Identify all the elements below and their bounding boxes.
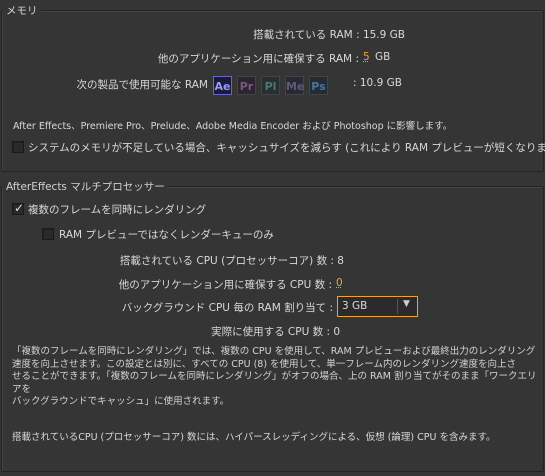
shared-apps-note: After Effects、Premiere Pro、Prelude、Adobe… [13, 121, 453, 132]
app-icon-ps: Ps [309, 76, 328, 95]
memory-legend: メモリ [3, 3, 41, 18]
available-ram-label: 次の製品で使用可能な RAM [76, 79, 208, 91]
reserved-cpu-label: 他のアプリケーション用に確保する CPU 数 : [118, 279, 332, 291]
ram-allocation-label: バックグラウンド CPU 毎の RAM 割り当て : [121, 302, 333, 314]
installed-cpu-text: 搭載されている CPU (プロセッサーコア) 数 : 8 [119, 255, 344, 267]
available-ram-value: : 10.9 GB [353, 77, 402, 89]
hyperthreading-note: 搭載されているCPU (プロセッサーコア) 数には、ハイパースレッディングによる… [12, 432, 496, 443]
render-multiple-frames-checkbox[interactable]: ✓ [12, 201, 25, 215]
multiprocessing-legend: AfterEffects マルチプロセッサー [3, 179, 168, 194]
reserved-cpu-value[interactable]: 0 [336, 277, 343, 289]
description-paragraph: 「複数のフレームを同時にレンダリング」では、複数の CPU を使用して、RAM … [12, 346, 537, 409]
description-line: 速度を向上させます。この設定とは別に、すべての CPU (8) を使用して、単一… [12, 358, 517, 370]
reserved-ram-label: 他のアプリケーション用に確保する RAM : [157, 53, 359, 65]
app-icon-pl: Pl [261, 76, 280, 95]
render-multiple-frames-label: 複数のフレームを同時にレンダリング [28, 204, 207, 216]
dropdown-separator [397, 299, 398, 314]
description-line: 「複数のフレームを同時にレンダリング」では、複数の CPU を使用して、RAM … [12, 346, 536, 357]
checkmark-icon: ✓ [14, 201, 25, 215]
ram-allocation-dropdown[interactable]: 3 GB ▼ [337, 296, 418, 317]
render-queue-only-checkbox[interactable] [42, 228, 54, 240]
ram-allocation-value: 3 GB [342, 300, 368, 312]
render-queue-only-label: RAM プレビューではなくレンダーキューのみ [59, 229, 274, 241]
app-icon-pr: Pr [237, 76, 256, 95]
app-icon-me: Me [285, 76, 304, 95]
chevron-down-icon: ▼ [403, 299, 410, 309]
description-line: バックグラウンドでキャッシュ」に使用されます。 [12, 396, 230, 407]
actual-cpu-text: 実際に使用する CPU 数 : 0 [211, 326, 340, 338]
reduce-cache-checkbox[interactable] [12, 141, 24, 153]
installed-ram-text: 搭載されている RAM : 15.9 GB [253, 29, 405, 41]
reserved-ram-value[interactable]: 5 [363, 51, 370, 63]
description-line: せることができます。「複数のフレームを同時にレンダリング」がオフの場合、上の R… [12, 371, 537, 395]
reduce-cache-label: システムのメモリが不足している場合、キャッシュサイズを減らす (これにより RA… [28, 142, 545, 154]
app-icon-ae: Ae [213, 76, 232, 95]
reserved-ram-unit: GB [375, 51, 391, 63]
